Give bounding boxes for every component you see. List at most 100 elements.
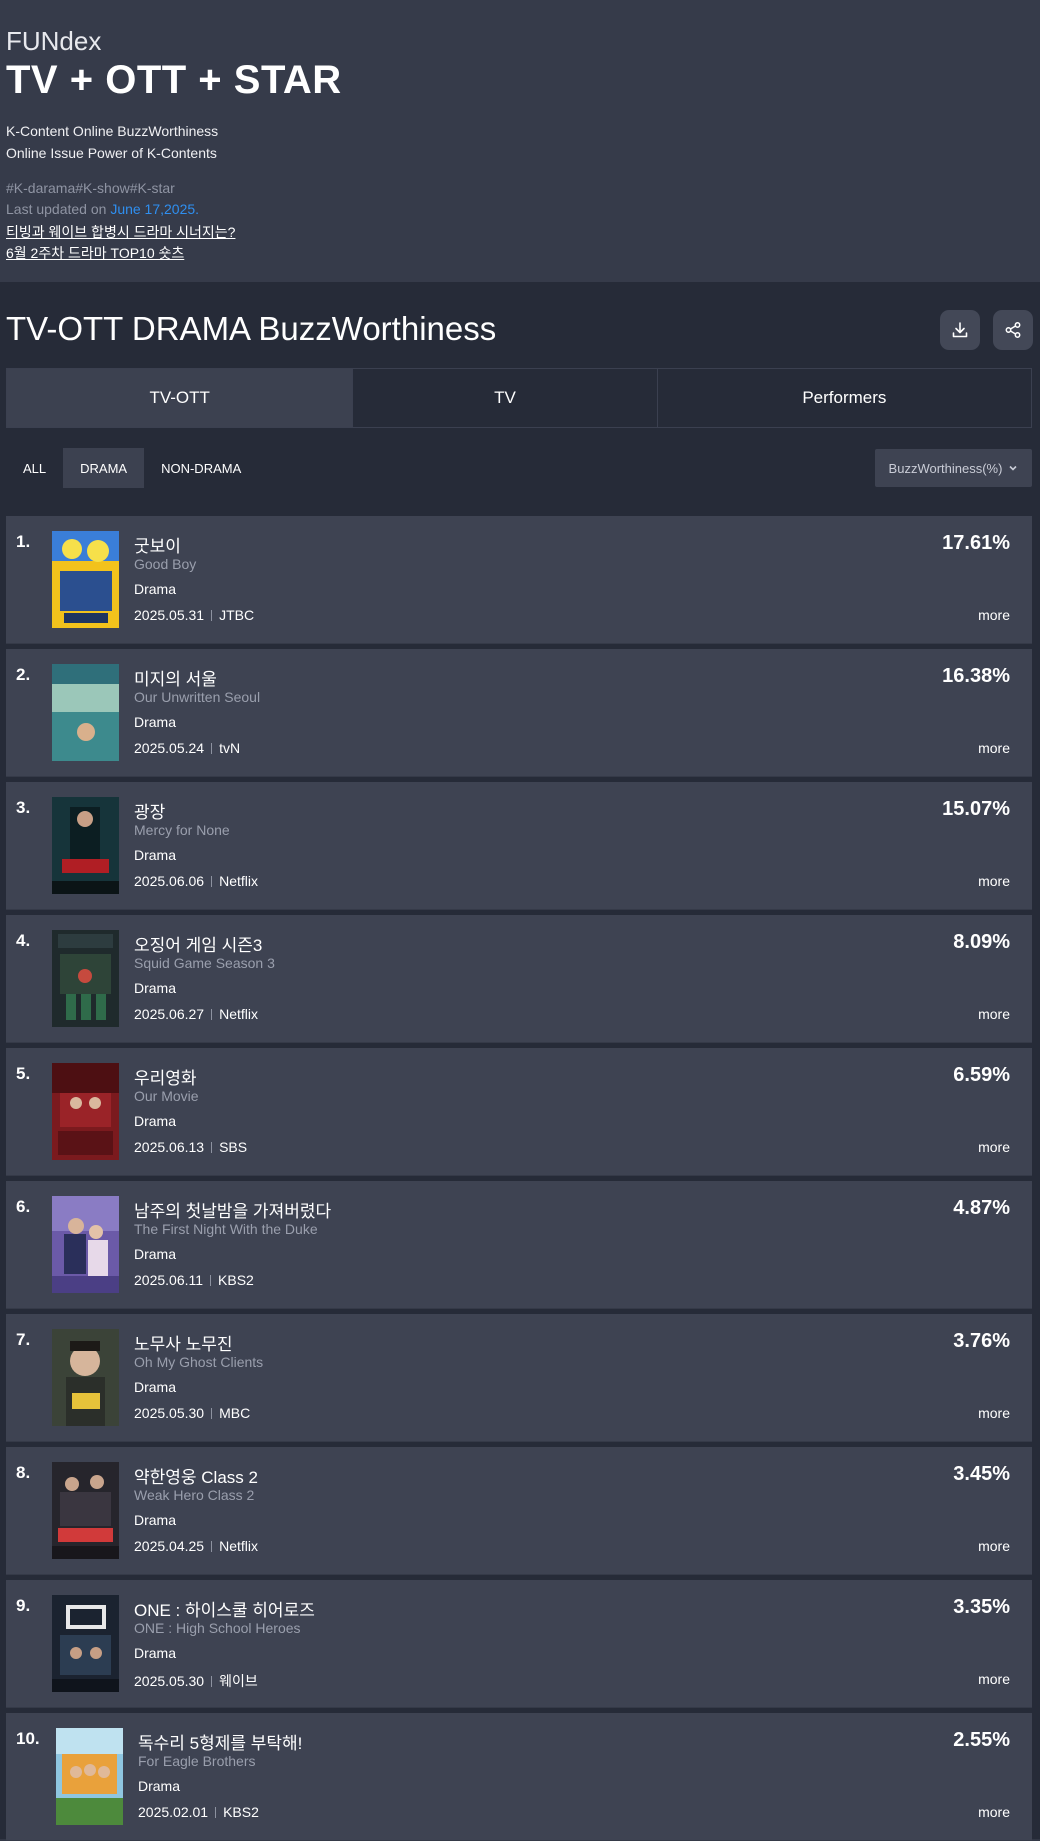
air-info: 2025.06.27 Netflix <box>134 1006 258 1022</box>
last-updated: Last updated on June 17,2025. <box>6 201 199 217</box>
separator <box>211 1540 213 1552</box>
separator <box>211 609 213 621</box>
rank-number: 2. <box>16 665 31 684</box>
download-button[interactable] <box>940 310 980 350</box>
tab-tv[interactable]: TV <box>353 369 658 427</box>
channel-name: SBS <box>219 1139 248 1155</box>
title-english: The First Night With the Duke <box>134 1221 318 1237</box>
ranking-row[interactable]: 4. 오징어 게임 시즌3 Squid Game Season 3 Drama … <box>6 915 1032 1043</box>
genre-label: Drama <box>134 847 177 863</box>
separator <box>211 1675 213 1687</box>
title-korean: ONE : 하이스쿨 히어로즈 <box>134 1601 315 1620</box>
buzz-percent: 16.38% <box>942 665 1010 687</box>
air-date: 2025.05.30 <box>134 1405 205 1421</box>
hashtags: #K-darama#K-show#K-star <box>6 180 175 196</box>
air-date: 2025.06.11 <box>134 1272 204 1288</box>
title-english: Squid Game Season 3 <box>134 955 275 971</box>
more-link[interactable]: more <box>978 607 1010 623</box>
poster-image <box>52 531 119 628</box>
article-link-1[interactable]: 티빙과 웨이브 합병시 드라마 시너지는? <box>6 222 235 242</box>
ranking-row[interactable]: 6. 남주의 첫날밤을 가져버렸다 The First Night With t… <box>6 1181 1032 1309</box>
filter-drama[interactable]: DRAMA <box>63 448 145 488</box>
channel-name: MBC <box>219 1405 251 1421</box>
genre-label: Drama <box>134 980 177 996</box>
sort-dropdown-label: BuzzWorthiness(%) <box>888 460 1003 476</box>
buzz-percent: 8.09% <box>953 931 1010 953</box>
more-link[interactable]: more <box>978 873 1010 889</box>
genre-label: Drama <box>134 1246 177 1262</box>
channel-name: Netflix <box>219 1538 258 1554</box>
air-date: 2025.06.06 <box>134 873 205 889</box>
buzz-percent: 6.59% <box>953 1064 1010 1086</box>
title-korean: 오징어 게임 시즌3 <box>134 936 263 955</box>
air-date: 2025.05.24 <box>134 740 205 756</box>
separator <box>211 1008 213 1020</box>
buzz-percent: 3.45% <box>953 1463 1010 1485</box>
tab-performers[interactable]: Performers <box>658 369 1031 427</box>
title-english: Oh My Ghost Clients <box>134 1354 264 1370</box>
rank-number: 9. <box>16 1596 31 1615</box>
genre-label: Drama <box>134 1512 177 1528</box>
poster-image <box>52 1329 119 1426</box>
more-link[interactable]: more <box>978 740 1010 756</box>
channel-name: Netflix <box>219 1006 258 1022</box>
ranking-row[interactable]: 9. ONE : 하이스쿨 히어로즈 ONE : High School Her… <box>6 1580 1032 1708</box>
more-link[interactable]: more <box>978 1139 1010 1155</box>
channel-name: Netflix <box>219 873 258 889</box>
ranking-row[interactable]: 8. 약한영웅 Class 2 Weak Hero Class 2 Drama … <box>6 1447 1032 1575</box>
air-info: 2025.06.13 SBS <box>134 1139 247 1155</box>
ranking-row[interactable]: 2. 미지의 서울 Our Unwritten Seoul Drama 2025… <box>6 649 1032 777</box>
genre-label: Drama <box>138 1778 181 1794</box>
separator <box>211 742 213 754</box>
air-date: 2025.04.25 <box>134 1538 205 1554</box>
ranking-row[interactable]: 7. 노무사 노무진 Oh My Ghost Clients Drama 202… <box>6 1314 1032 1442</box>
genre-filter-tabs: ALL DRAMA NON-DRAMA <box>6 448 258 488</box>
rank-number: 8. <box>16 1463 31 1482</box>
buzz-percent: 17.61% <box>942 532 1010 554</box>
tab-tv-ott[interactable]: TV-OTT <box>7 369 354 427</box>
rank-number: 3. <box>16 798 31 817</box>
channel-name: KBS2 <box>218 1272 254 1288</box>
ranking-row[interactable]: 10. 독수리 5형제를 부탁해! For Eagle Brothers Dra… <box>6 1713 1032 1841</box>
poster-image <box>52 664 119 761</box>
title-korean: 우리영화 <box>134 1069 197 1088</box>
air-date: 2025.05.30 <box>134 1673 205 1689</box>
poster-image <box>52 1595 119 1692</box>
poster-image <box>52 1462 119 1559</box>
air-date: 2025.02.01 <box>138 1804 209 1820</box>
more-link[interactable]: more <box>978 1405 1010 1421</box>
buzz-percent: 3.35% <box>953 1596 1010 1618</box>
page-title: TV + OTT + STAR <box>6 58 342 102</box>
air-info: 2025.05.30 웨이브 <box>134 1671 258 1691</box>
title-korean: 약한영웅 Class 2 <box>134 1468 258 1487</box>
filter-non-drama[interactable]: NON-DRAMA <box>144 448 258 488</box>
air-date: 2025.05.31 <box>134 607 205 623</box>
more-link[interactable]: more <box>978 1671 1010 1687</box>
air-info: 2025.05.30 MBC <box>134 1405 250 1421</box>
air-info: 2025.05.31 JTBC <box>134 607 254 623</box>
ranking-row[interactable]: 5. 우리영화 Our Movie Drama 2025.06.13 SBS 6.… <box>6 1048 1032 1176</box>
air-info: 2025.06.06 Netflix <box>134 873 258 889</box>
main-tabs: TV-OTT TV Performers <box>6 368 1032 428</box>
more-link[interactable]: more <box>978 1006 1010 1022</box>
rank-number: 5. <box>16 1064 31 1083</box>
share-button[interactable] <box>993 310 1033 350</box>
genre-label: Drama <box>134 1379 177 1395</box>
buzz-percent: 15.07% <box>942 798 1010 820</box>
more-link[interactable]: more <box>978 1538 1010 1554</box>
ranking-row[interactable]: 3. 광장 Mercy for None Drama 2025.06.06 Net… <box>6 782 1032 910</box>
channel-name: tvN <box>219 740 241 756</box>
more-link[interactable]: more <box>978 1804 1010 1820</box>
sort-dropdown[interactable]: BuzzWorthiness(%) <box>875 449 1032 487</box>
brand-name: FUNdex <box>6 26 102 56</box>
last-updated-label: Last updated on <box>6 201 111 217</box>
ranking-row[interactable]: 1. 굿보이 Good Boy Drama 2025.05.31 JTBC 17.… <box>6 516 1032 644</box>
filter-all[interactable]: ALL <box>6 448 63 488</box>
title-english: Good Boy <box>134 556 197 572</box>
channel-name: JTBC <box>219 607 255 623</box>
article-link-2[interactable]: 6월 2주차 드라마 TOP10 숏츠 <box>6 243 184 263</box>
title-english: Our Movie <box>134 1088 199 1104</box>
separator <box>215 1806 217 1818</box>
share-icon <box>1005 322 1021 338</box>
rank-number: 6. <box>16 1197 31 1216</box>
